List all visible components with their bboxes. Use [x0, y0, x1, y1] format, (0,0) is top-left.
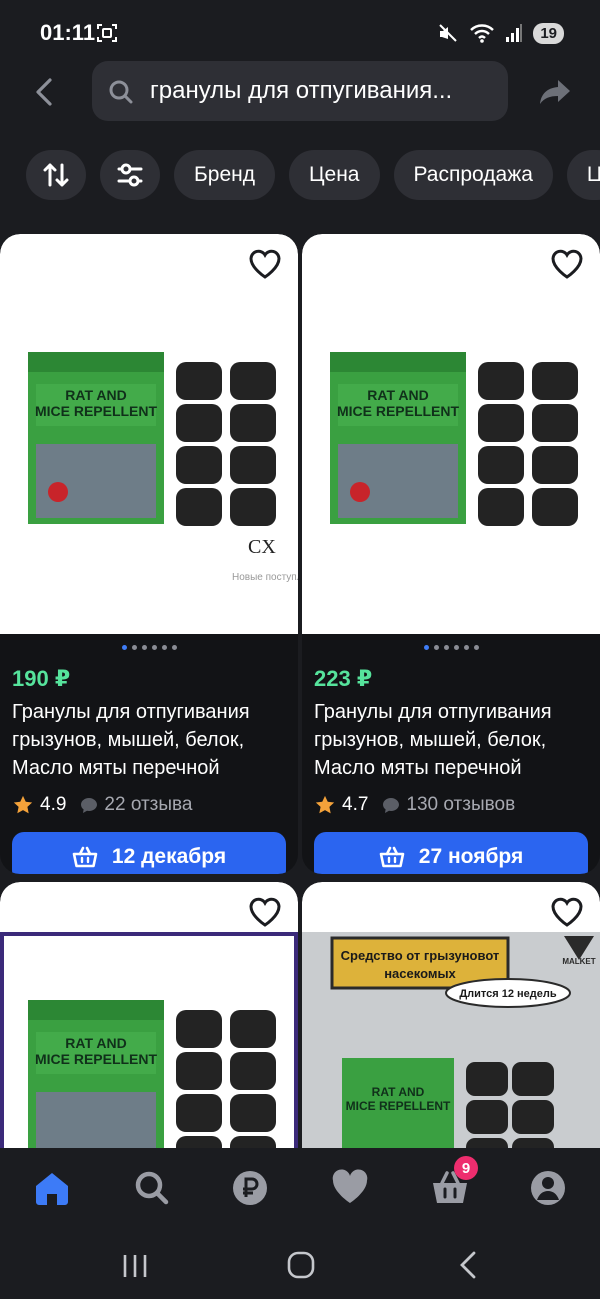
chip-brand[interactable]: Бренд — [174, 150, 275, 200]
product-price: 190 ₽ — [12, 666, 71, 691]
search-input[interactable]: гранулы для отпугивания... — [92, 61, 508, 121]
system-navigation — [0, 1228, 600, 1299]
search-query: гранулы для отпугивания... — [150, 77, 453, 104]
image-pagination-dots — [302, 634, 600, 650]
dot — [453, 644, 459, 650]
product-photo: RAT AND MICE REPELLENT — [330, 352, 578, 526]
star-icon — [13, 795, 33, 814]
basket-icon — [72, 846, 98, 868]
filter-sliders-icon — [117, 163, 143, 187]
svg-text:MICE REPELLENT: MICE REPELLENT — [337, 403, 460, 419]
chip-price[interactable]: Цена — [289, 150, 380, 200]
add-to-cart-button[interactable]: 12 декабря — [12, 832, 286, 874]
home-button-icon[interactable] — [286, 1250, 316, 1280]
add-to-cart-button[interactable]: 27 ноября — [314, 832, 588, 874]
sort-icon — [43, 163, 69, 187]
product-card[interactable]: RAT AND MICE REPELLENT CX Новые поступл … — [0, 234, 298, 874]
favorite-heart-icon[interactable] — [248, 248, 282, 280]
mute-icon — [439, 24, 458, 42]
product-image[interactable]: RAT AND MICE REPELLENT — [0, 882, 298, 1182]
image-caption: CX — [248, 536, 276, 558]
product-image[interactable]: Средство от грызуновот насекомых MALKET … — [302, 882, 600, 1182]
search-icon — [109, 80, 133, 104]
dot — [433, 644, 439, 650]
home-icon[interactable] — [32, 1168, 72, 1208]
cart-count-badge: 9 — [454, 1156, 478, 1180]
rating-row: 4.9 22 отзыва — [0, 788, 298, 816]
sort-button[interactable] — [26, 150, 86, 200]
image-subcaption: Новые поступл — [232, 572, 298, 583]
reviews-count[interactable]: 130 отзывов — [382, 794, 515, 816]
rating-value: 4.7 — [342, 794, 369, 815]
wifi-icon — [470, 24, 495, 43]
dot — [423, 644, 429, 650]
dot — [121, 644, 127, 650]
dot — [151, 644, 157, 650]
reviews-text: 22 отзыва — [104, 794, 193, 815]
dot — [463, 644, 469, 650]
delivery-date: 12 декабря — [111, 845, 227, 868]
favorite-heart-icon[interactable] — [550, 896, 584, 928]
status-time: 01:11 — [40, 20, 96, 45]
reviews-count[interactable]: 22 отзыва — [80, 794, 193, 816]
search-row: гранулы для отпугивания... — [0, 60, 600, 124]
svg-text:Длится 12 недель: Длится 12 недель — [459, 988, 557, 1000]
product-title[interactable]: Гранулы для отпугивания грызунов, мышей,… — [302, 692, 600, 788]
product-card[interactable]: Средство от грызуновот насекомых MALKET … — [302, 882, 600, 1182]
signal-icon — [506, 24, 523, 42]
svg-text:RAT AND: RAT AND — [65, 1035, 126, 1051]
ruble-icon[interactable] — [230, 1168, 270, 1208]
basket-icon — [379, 846, 405, 868]
dot — [171, 644, 177, 650]
dot — [131, 644, 137, 650]
search-icon[interactable] — [132, 1168, 172, 1208]
profile-icon[interactable] — [528, 1168, 568, 1208]
svg-text:Средство от грызуновот: Средство от грызуновот — [341, 948, 500, 963]
reviews-text: 130 отзывов — [406, 794, 516, 815]
recent-apps-icon[interactable] — [120, 1252, 150, 1280]
product-price: 223 ₽ — [314, 666, 373, 691]
star-icon — [315, 795, 335, 814]
dot — [473, 644, 479, 650]
svg-text:MALKET: MALKET — [562, 957, 595, 966]
status-icons: 19 — [437, 22, 564, 44]
bottom-navigation: 9 — [0, 1148, 600, 1228]
svg-text:MICE REPELLENT: MICE REPELLENT — [35, 1051, 158, 1067]
comment-icon — [81, 798, 98, 813]
svg-text:RAT AND: RAT AND — [367, 387, 428, 403]
status-bar: 01:11 19 — [0, 0, 600, 64]
chip-more[interactable]: Ц — [566, 150, 600, 200]
dot — [141, 644, 147, 650]
favorite-heart-icon[interactable] — [550, 248, 584, 280]
image-pagination-dots — [0, 634, 298, 650]
svg-text:MICE REPELLENT: MICE REPELLENT — [35, 403, 158, 419]
share-icon[interactable] — [538, 76, 572, 108]
rating-value: 4.9 — [40, 794, 67, 815]
system-back-icon[interactable] — [456, 1250, 482, 1280]
filter-chips: Бренд Цена Распродажа Ц — [26, 150, 600, 200]
svg-text:RAT AND: RAT AND — [65, 387, 126, 403]
dot — [161, 644, 167, 650]
product-card[interactable]: RAT AND MICE REPELLENT — [0, 882, 298, 1182]
filters-button[interactable] — [100, 150, 160, 200]
product-image[interactable]: RAT AND MICE REPELLENT — [302, 234, 600, 634]
rating-row: 4.7 130 отзывов — [302, 788, 600, 816]
comment-icon — [383, 798, 400, 813]
product-title[interactable]: Гранулы для отпугивания грызунов, мышей,… — [0, 692, 298, 788]
svg-text:MICE REPELLENT: MICE REPELLENT — [346, 1099, 451, 1113]
dot — [443, 644, 449, 650]
screenshot-icon — [97, 24, 117, 42]
favorite-heart-icon[interactable] — [248, 896, 282, 928]
product-card[interactable]: RAT AND MICE REPELLENT 223 ₽ Гранулы для… — [302, 234, 600, 874]
svg-text:RAT AND: RAT AND — [372, 1085, 425, 1099]
svg-text:насекомых: насекомых — [384, 966, 456, 981]
chip-sale[interactable]: Распродажа — [393, 150, 553, 200]
back-arrow-icon[interactable] — [28, 74, 60, 110]
cart-button[interactable]: 9 — [430, 1156, 478, 1208]
heart-icon[interactable] — [330, 1168, 370, 1208]
delivery-date: 27 ноября — [418, 845, 524, 868]
product-image[interactable]: RAT AND MICE REPELLENT CX Новые поступл — [0, 234, 298, 634]
battery-indicator: 19 — [533, 22, 564, 44]
